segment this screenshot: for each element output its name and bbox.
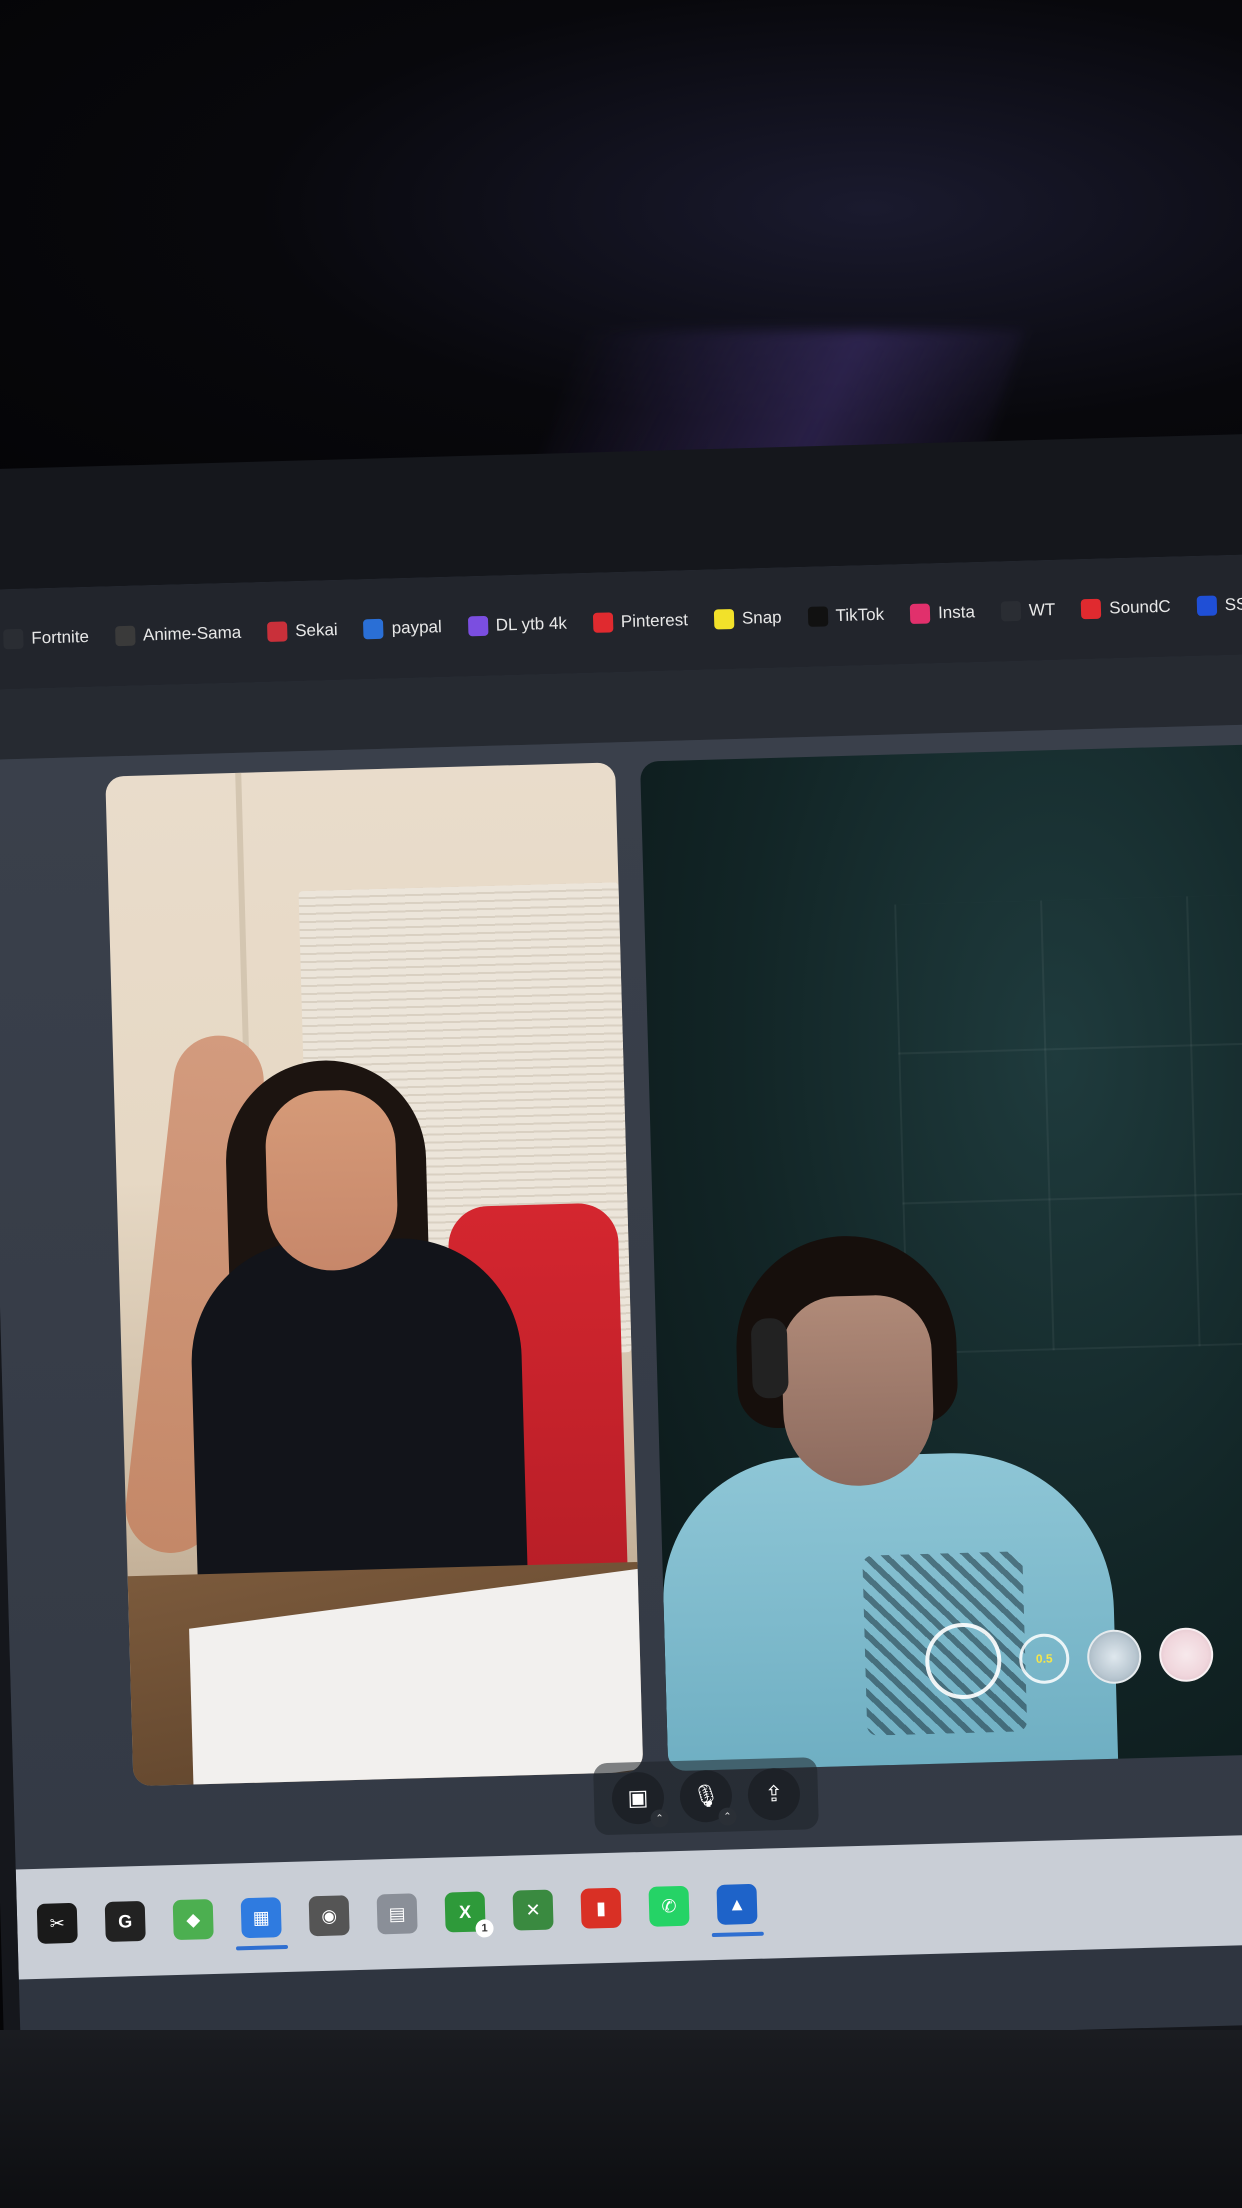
zoom-label: 0.5 (1035, 1651, 1053, 1666)
sekai-icon (266, 621, 288, 642)
bookmark-dl-ytb-4k[interactable]: DL ytb 4k (467, 614, 567, 637)
desk-surface (0, 2030, 1242, 2208)
local-video-tile[interactable]: 0.5 (640, 742, 1242, 1772)
instagram-icon (909, 603, 931, 625)
rocket-league-icon[interactable]: ▲ (716, 1883, 758, 1925)
lens-filter-thumbnail[interactable] (1086, 1629, 1142, 1685)
participant-face (264, 1088, 400, 1273)
whatsapp-icon[interactable]: ✆ (648, 1885, 690, 1927)
bookmark-label: TikTok (835, 604, 885, 626)
capture-button[interactable] (924, 1621, 1003, 1701)
wt-icon (1000, 600, 1022, 622)
bookmark-paypal[interactable]: paypal (363, 617, 443, 640)
monitor-screen: Fortnite Anime-Sama Sekai paypal DL ytb 4k Pi… (0, 553, 1242, 2060)
share-screen-icon: ⇪ (764, 1781, 784, 1807)
chevron-up-icon[interactable]: ⌃ (650, 1809, 669, 1828)
lens-controls: 0.5 (924, 1616, 1214, 1701)
microphone-button[interactable]: 🎙 ⌃ (679, 1769, 737, 1826)
app-icon[interactable]: ◉ (308, 1895, 350, 1937)
bookmark-label: paypal (391, 617, 443, 638)
bookmark-soundc[interactable]: SoundC (1081, 596, 1171, 620)
pinterest-icon (592, 612, 614, 633)
acoustic-wall-panels (894, 892, 1242, 1355)
bookmark-label: SoundC (1109, 596, 1171, 618)
video-call-area: 0.5 ▣ ⌃ 🎙 ⌃ ⇪ (0, 723, 1242, 1870)
bookmark-ssstk[interactable]: SSStk (1196, 593, 1242, 617)
face-lens-thumbnail[interactable] (1158, 1626, 1214, 1683)
tiktok-icon (807, 606, 828, 627)
fortnite-icon (3, 628, 24, 650)
headset (750, 1317, 789, 1399)
snapchat-icon (713, 608, 735, 630)
logitech-icon[interactable]: G (104, 1900, 146, 1943)
bookmark-label: Snap (741, 607, 782, 628)
bookmark-label: DL ytb 4k (495, 613, 568, 635)
bookmark-anime-sama[interactable]: Anime-Sama (114, 622, 242, 647)
bookmark-wt[interactable]: WT (1000, 599, 1056, 622)
bookmark-label: Sekai (294, 620, 338, 641)
office-icon[interactable]: ▮ (580, 1887, 622, 1929)
bookmark-pinterest[interactable]: Pinterest (592, 610, 689, 633)
bookmark-label: Pinterest (620, 610, 689, 632)
video-camera-icon: ▣ (627, 1784, 649, 1811)
share-screen-button[interactable]: ⇪ (747, 1767, 801, 1822)
download-icon (1196, 595, 1217, 617)
anime-sama-icon (114, 625, 136, 647)
capcut-icon[interactable]: ✂ (36, 1902, 78, 1944)
bookmark-label: Insta (937, 602, 976, 623)
remote-video-tile[interactable] (105, 762, 644, 1787)
soundcloud-icon (1081, 598, 1102, 620)
diamond-icon (467, 615, 489, 637)
bookmark-label: Anime-Sama (142, 622, 242, 645)
xbox-game-bar-icon[interactable]: ✕ (512, 1889, 554, 1931)
xbox-icon[interactable]: X1 (444, 1891, 494, 1938)
microphone-icon: 🎙 (691, 1782, 721, 1809)
zoom-button[interactable]: 0.5 (1018, 1633, 1070, 1685)
chevron-up-icon[interactable]: ⌃ (718, 1807, 737, 1826)
paypal-icon (363, 618, 384, 640)
bookmark-tiktok[interactable]: TikTok (807, 605, 884, 627)
self-face (780, 1293, 936, 1488)
bluestacks-icon[interactable]: ◆ (172, 1899, 214, 1941)
file-icon[interactable]: ▤ (376, 1893, 418, 1935)
bookmark-fortnite[interactable]: Fortnite (3, 626, 90, 650)
calculator-icon[interactable]: ▦ (240, 1897, 282, 1939)
notification-badge: 1 (475, 1919, 494, 1938)
call-controls-bar: ▣ ⌃ 🎙 ⌃ ⇪ (593, 1757, 819, 1836)
bookmark-label: Fortnite (31, 626, 90, 648)
bookmark-snap[interactable]: Snap (713, 607, 782, 630)
bookmark-label: WT (1028, 599, 1056, 620)
video-camera-button[interactable]: ▣ ⌃ (611, 1771, 669, 1828)
bookmark-insta[interactable]: Insta (909, 602, 976, 625)
bookmark-label: SSStk (1224, 593, 1242, 615)
bookmark-sekai[interactable]: Sekai (266, 620, 338, 642)
